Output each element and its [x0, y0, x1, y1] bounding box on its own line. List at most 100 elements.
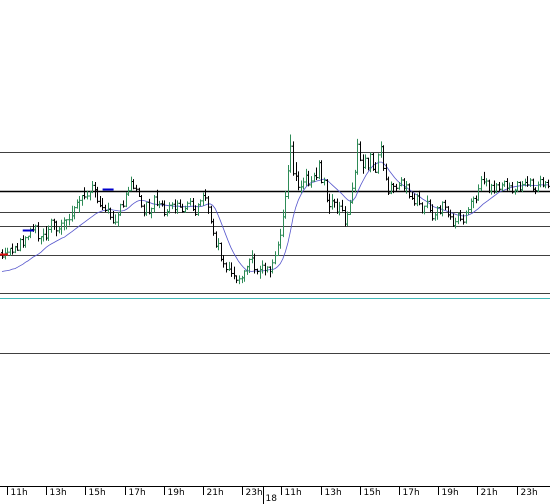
- ohlc-bar: [289, 134, 292, 173]
- ohlc-bar: [55, 220, 58, 237]
- ohlc-bar: [96, 186, 99, 204]
- ohlc-bar: [423, 205, 426, 215]
- ohlc-bar: [421, 202, 424, 214]
- ohlc-bar: [333, 198, 336, 208]
- time-tick-label: 11h: [285, 488, 302, 498]
- ohlc-bar: [346, 211, 349, 227]
- ohlc-bar: [225, 262, 228, 273]
- ohlc-bar: [29, 227, 32, 239]
- time-tick-label: 17h: [403, 488, 420, 498]
- ohlc-bar: [302, 177, 305, 190]
- ohlc-bar: [315, 167, 318, 181]
- ohlc-bar: [50, 218, 53, 233]
- ohlc-bar: [101, 197, 104, 211]
- ohlc-bar: [483, 171, 486, 185]
- ohlc-bar: [380, 141, 383, 158]
- ohlc-bar: [112, 211, 115, 224]
- ohlc-bar: [434, 212, 437, 221]
- ohlc-bar: [181, 203, 184, 213]
- ohlc-bar: [42, 228, 45, 242]
- ohlc-bar: [243, 270, 246, 282]
- ohlc-bar: [241, 275, 244, 284]
- ohlc-bar: [305, 168, 308, 186]
- ohlc-bar: [256, 268, 259, 275]
- ohlc-bar: [326, 179, 329, 203]
- ohlc-bar: [19, 238, 22, 252]
- ohlc-bar: [472, 196, 475, 209]
- price-chart[interactable]: 11h 13h 15h 17h 19h 21h 23h 11h 13h 15h 17h 19h 21h 2…: [0, 0, 550, 504]
- ohlc-bar: [107, 202, 110, 214]
- ohlc-bar: [537, 181, 540, 193]
- ohlc-bar: [467, 207, 470, 215]
- ohlc-bar: [192, 197, 195, 212]
- ohlc-bar: [122, 200, 125, 208]
- ohlc-bar: [266, 266, 269, 273]
- ohlc-bar: [37, 222, 40, 242]
- time-tick-label: 15h: [364, 488, 381, 498]
- ohlc-bar: [277, 241, 280, 257]
- ohlc-bar: [189, 197, 192, 206]
- time-tick-label: 19h: [168, 488, 185, 498]
- ohlc-bar: [403, 178, 406, 191]
- ohlc-bar: [60, 219, 63, 235]
- ohlc-bar: [279, 228, 282, 249]
- ohlc-bar: [297, 171, 300, 191]
- ohlc-bar: [259, 265, 262, 279]
- ohlc-bar: [367, 157, 370, 171]
- ohlc-bar: [228, 261, 231, 272]
- ohlc-bar: [9, 247, 12, 257]
- ohlc-bar: [63, 217, 66, 231]
- ohlc-bar: [282, 209, 285, 238]
- ohlc-bar: [238, 275, 241, 285]
- ohlc-bar: [364, 154, 367, 169]
- ohlc-bar: [34, 224, 37, 234]
- ohlc-bar: [186, 201, 189, 211]
- time-tick-label: 23h: [246, 488, 263, 498]
- ohlc-bar: [449, 209, 452, 220]
- ohlc-bar: [202, 192, 205, 206]
- ohlc-bar: [508, 182, 511, 191]
- time-tick-label: 21h: [207, 488, 224, 498]
- ohlc-bar: [498, 181, 501, 192]
- time-tick-label: 11h: [11, 488, 28, 498]
- ohlc-bar: [207, 196, 210, 214]
- ohlc-bar: [230, 262, 233, 277]
- ohlc-bar: [235, 275, 238, 284]
- ohlc-bar: [16, 242, 19, 251]
- ohlc-bar: [119, 203, 122, 216]
- ohlc-bar: [145, 201, 148, 216]
- ohlc-bar: [210, 205, 213, 224]
- ohlc-bar: [444, 199, 447, 211]
- ohlc-bar: [83, 187, 86, 200]
- ohlc-bar: [76, 199, 79, 209]
- ohlc-bar: [261, 260, 264, 274]
- ohlc-bar: [295, 162, 298, 182]
- ohlc-bar: [150, 207, 153, 219]
- ohlc-bar: [452, 213, 455, 227]
- ohlc-bar: [362, 154, 365, 174]
- ohlc-bars-group: [1, 134, 550, 285]
- ohlc-bar: [233, 266, 236, 280]
- ohlc-bar: [354, 169, 357, 193]
- ohlc-bar: [47, 225, 50, 242]
- ohlc-bar: [138, 187, 141, 198]
- ohlc-bar: [176, 200, 179, 214]
- ohlc-bar: [477, 184, 480, 201]
- ohlc-bar: [132, 179, 135, 190]
- ohlc-bar: [331, 194, 334, 210]
- ohlc-bar: [65, 219, 68, 230]
- ohlc-bar: [341, 199, 344, 212]
- time-tick-label: 13h: [50, 488, 67, 498]
- ohlc-bar: [323, 177, 326, 186]
- date-marker-label: 18: [266, 494, 278, 504]
- ohlc-bar: [143, 204, 146, 217]
- ohlc-bar: [58, 226, 61, 234]
- ohlc-bar: [117, 211, 120, 227]
- ohlc-bar: [490, 183, 493, 195]
- ohlc-bar: [222, 255, 225, 268]
- ohlc-bar: [168, 202, 171, 214]
- ohlc-bar: [534, 187, 537, 195]
- time-tick-label: 19h: [442, 488, 459, 498]
- time-axis: 11h 13h 15h 17h 19h 21h 23h 11h 13h 15h 17h 19h 21h 2…: [0, 486, 550, 504]
- ohlc-bar: [480, 176, 483, 192]
